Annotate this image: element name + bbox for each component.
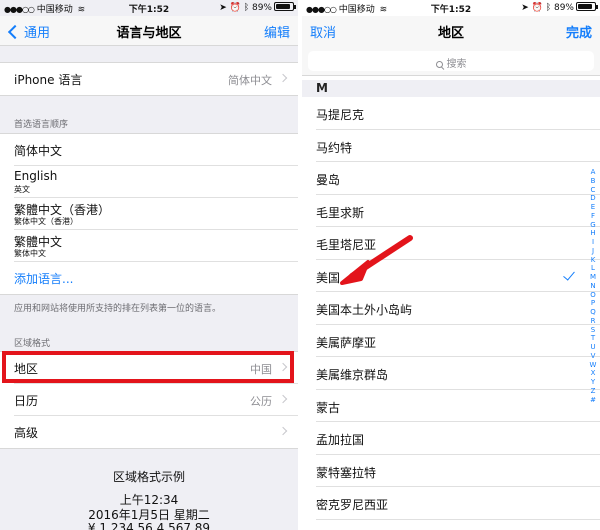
index-letter[interactable]: E — [588, 203, 598, 212]
region-format-header: 区域格式 — [14, 339, 51, 349]
region-name: 美属维京群岛 — [316, 368, 389, 382]
region-name: 曼岛 — [316, 173, 341, 187]
index-letter[interactable]: J — [588, 247, 598, 256]
language-row[interactable]: 简体中文 — [14, 134, 298, 166]
language-footnote: 应用和网站将使用所支持的排在列表第一位的语言。 — [14, 304, 222, 314]
preferred-language-list: 简体中文 English 英文 繁體中文（香港） 繁体中文（香港） 繁體中文 繁… — [0, 133, 298, 295]
region-name: 密克罗尼西亚 — [316, 498, 389, 512]
region-list-item[interactable]: 蒙特塞拉特 — [316, 455, 600, 487]
region-list-item[interactable]: 蒙古 — [316, 390, 600, 422]
iphone-language-group: iPhone 语言 简体中文 — [0, 62, 298, 96]
index-letter[interactable]: B — [588, 177, 598, 186]
region-list-item[interactable]: 密克罗尼西亚 — [316, 487, 600, 520]
search-bar: 搜索 — [302, 46, 600, 76]
index-letter[interactable]: T — [588, 334, 598, 343]
language-row[interactable]: 繁體中文 繁体中文 — [14, 230, 298, 262]
region-name: 蒙古 — [316, 400, 341, 415]
region-list-item[interactable]: 曼岛 — [316, 162, 600, 195]
advanced-row[interactable]: 高级 — [14, 416, 298, 448]
edit-button[interactable]: 编辑 — [264, 22, 290, 41]
format-example-title: 区域格式示例 — [112, 470, 185, 484]
region-name: 美国 — [316, 270, 341, 285]
iphone-language-row[interactable]: iPhone 语言 简体中文 — [14, 63, 298, 95]
bluetooth-icon: ᛒ — [545, 3, 552, 13]
section-letter-header: M — [302, 80, 600, 97]
region-name: 蒙特塞拉特 — [316, 465, 377, 480]
region-name: 马约特 — [316, 140, 353, 155]
calendar-row[interactable]: 日历 公历 — [14, 384, 298, 416]
battery-icon — [576, 2, 598, 11]
region-picker-screen: ●●●○○ 中国移动 ≋ 下午1:52 ➤ ⏰ ᛒ 89% 取消 地区 完成 搜… — [302, 0, 600, 530]
chevron-right-icon — [278, 73, 288, 83]
index-letter[interactable]: I — [588, 238, 598, 247]
battery-percent: 89% — [553, 3, 574, 13]
page-title: 语言与地区 — [116, 26, 182, 41]
region-name: 毛里求斯 — [316, 205, 365, 220]
search-input[interactable]: 搜索 — [308, 51, 594, 71]
preferred-language-header: 首选语言顺序 — [14, 120, 69, 130]
battery-percent: 89% — [251, 3, 272, 13]
bluetooth-icon: ᛒ — [243, 3, 250, 13]
index-letter[interactable]: Q — [588, 308, 598, 317]
status-bar: ●●●○○ 中国移动 ≋ 下午1:52 ➤ ⏰ ᛒ 89% — [302, 0, 600, 16]
region-list: 马提尼克 马约特 曼岛 毛里求斯 毛里塔尼亚 美国 美国本土外小岛屿 美属萨摩亚 美属维京群岛蒙… — [302, 97, 600, 520]
index-letter[interactable]: W — [588, 361, 598, 370]
alarm-icon: ⏰ — [531, 3, 543, 13]
section-index[interactable]: A B C D E F G H I J K L M N O P Q R S T U V W X Y Z # — [588, 168, 598, 404]
region-list-item[interactable]: 孟加拉国 — [316, 422, 600, 455]
done-button[interactable]: 完成 — [566, 22, 592, 41]
nav-bar: 通用 语言与地区 编辑 — [0, 16, 298, 46]
alarm-icon: ⏰ — [229, 3, 241, 13]
region-list-item[interactable]: 马约特 — [316, 130, 600, 162]
region-name: 美国本土外小岛屿 — [316, 303, 413, 317]
language-region-screen: ●●●○○ 中国移动 ≋ 下午1:52 ➤ ⏰ ᛒ 89% 通用 语言与地区 编… — [0, 0, 298, 530]
status-bar: ●●●○○ 中国移动 ≋ 下午1:52 ➤ ⏰ ᛒ 89% — [0, 0, 298, 16]
index-letter[interactable]: K — [588, 256, 598, 265]
add-language-link[interactable]: 添加语言... — [14, 270, 73, 287]
index-letter[interactable]: N — [588, 282, 598, 291]
region-name: 孟加拉国 — [316, 433, 365, 447]
index-letter[interactable]: V — [588, 352, 598, 361]
annotation-arrow — [340, 235, 413, 285]
index-letter[interactable]: U — [588, 343, 598, 352]
format-example-numbers: ¥ 1,234.56 4,567.89 — [87, 521, 211, 530]
language-row[interactable]: English 英文 — [14, 166, 298, 198]
index-letter[interactable]: # — [588, 396, 598, 405]
add-language-row[interactable]: 添加语言... — [14, 262, 298, 294]
region-list-item[interactable]: 毛里求斯 — [316, 195, 600, 227]
index-letter[interactable]: C — [588, 186, 598, 195]
region-list-item[interactable]: 美国本土外小岛屿 — [316, 292, 600, 325]
chevron-right-icon — [278, 394, 288, 404]
region-list-item[interactable]: 美属萨摩亚 — [316, 325, 600, 357]
index-letter[interactable]: Z — [588, 387, 598, 396]
region-list-item[interactable]: 马提尼克 — [316, 97, 600, 130]
location-icon: ➤ — [219, 3, 227, 13]
index-letter[interactable]: M — [588, 273, 598, 282]
region-name: 马提尼克 — [316, 108, 365, 122]
index-letter[interactable]: H — [588, 229, 598, 238]
index-letter[interactable]: Y — [588, 378, 598, 387]
arrow-head — [340, 260, 370, 285]
region-list-item[interactable]: 美属维京群岛 — [316, 357, 600, 390]
index-letter[interactable]: F — [588, 212, 598, 221]
index-letter[interactable]: D — [588, 194, 598, 203]
nav-bar: 取消 地区 完成 — [302, 16, 600, 46]
battery-icon — [274, 2, 296, 11]
index-letter[interactable]: L — [588, 264, 598, 273]
index-letter[interactable]: S — [588, 326, 598, 335]
region-name: 美属萨摩亚 — [316, 335, 377, 350]
page-title: 地区 — [437, 26, 464, 41]
checkmark-icon — [563, 267, 575, 281]
location-icon: ➤ — [521, 3, 529, 13]
index-letter[interactable]: A — [588, 168, 598, 177]
index-letter[interactable]: R — [588, 317, 598, 326]
region-highlight-box — [2, 351, 294, 383]
chevron-right-icon — [278, 426, 288, 436]
index-letter[interactable]: O — [588, 291, 598, 300]
search-icon — [435, 61, 443, 68]
index-letter[interactable]: P — [588, 299, 598, 308]
index-letter[interactable]: X — [588, 369, 598, 378]
language-row[interactable]: 繁體中文（香港） 繁体中文（香港） — [14, 198, 298, 230]
index-letter[interactable]: G — [588, 221, 598, 230]
